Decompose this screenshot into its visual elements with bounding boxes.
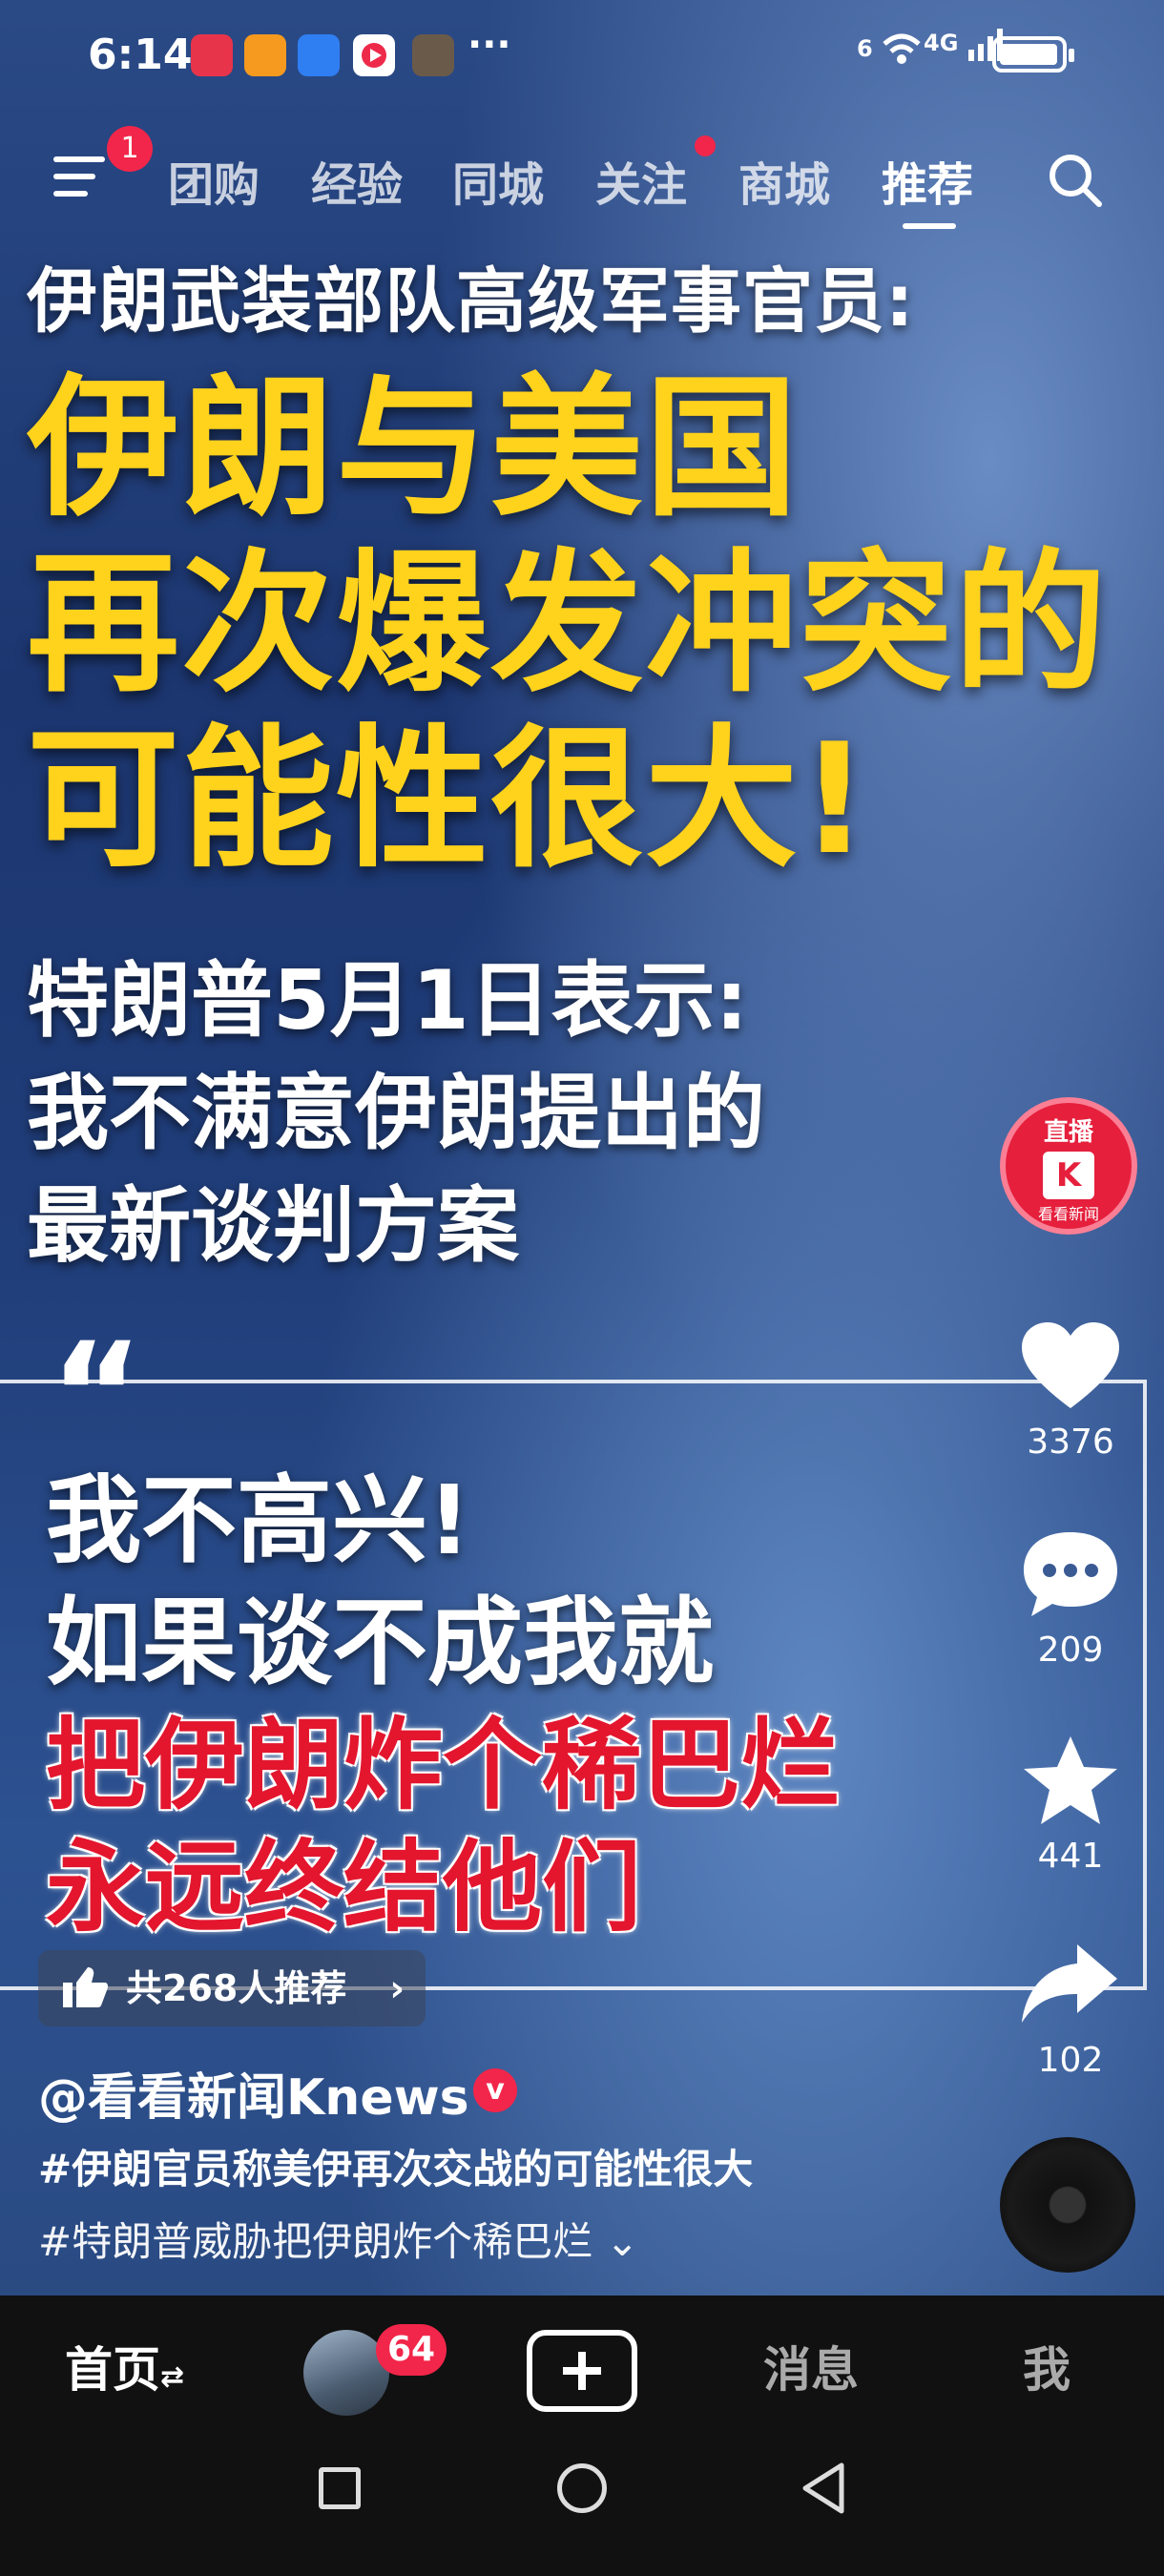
tab-recommend[interactable]: 推荐 [882,147,973,229]
music-disc-icon[interactable] [1000,2137,1135,2273]
author-name[interactable]: @看看新闻Knews [38,2057,469,2129]
tab-home[interactable]: 首页⇄ [65,2332,184,2400]
recommend-pill[interactable]: 共268人推荐 › [38,1950,426,2026]
star-icon [1024,1736,1117,1824]
notification-app-icon [244,34,286,76]
tab-following[interactable]: 关注 [595,147,687,214]
heart-icon [1022,1322,1119,1408]
expand-icon[interactable]: ⌄ [606,2218,639,2265]
comment-count: 209 [1037,1631,1104,1670]
bottom-nav: 首页⇄ 64 消息 我 [0,2296,1164,2420]
tab-messages[interactable]: 消息 [763,2332,859,2400]
user-avatar-icon [412,34,454,76]
battery-icon [992,36,1074,73]
tab-experience[interactable]: 经验 [311,147,403,214]
avatar-badge: 64 [376,2324,447,2376]
live-button[interactable]: 直播 K 看看新闻 [1000,1097,1137,1235]
notification-app-icon [191,34,233,76]
quote-white-text: 我不高兴! 如果谈不成我就 [46,1460,714,1704]
recommend-text: 共268人推荐 [126,1967,347,2009]
chevron-right-icon: › [389,1967,405,2009]
quote-mark: “ [50,1313,144,1479]
live-label: 直播 [1043,1118,1093,1147]
status-bar: 6:14 ··· 6 4G [0,0,1164,114]
quote-line: 永远终结他们 [46,1829,642,1945]
home-label: 首页 [65,2342,160,2398]
video-big-title: 伊朗与美国 再次爆发冲突的 可能性很大! [27,361,1109,887]
verified-badge: v [473,2068,517,2112]
subtitle-line: 特朗普5月1日表示: [27,953,749,1049]
share-icon [1022,1944,1117,2023]
subtitle-line: 我不满意伊朗提出的 [27,1066,765,1161]
quote-line: 我不高兴! [46,1465,471,1576]
live-channel: 看看新闻 [1037,1205,1099,1223]
hashtag-text: #特朗普威胁把伊朗炸个稀巴烂 [38,2218,593,2265]
quote-line: 如果谈不成我就 [46,1587,714,1698]
plus-icon [563,2352,601,2390]
search-icon[interactable] [1046,151,1103,208]
wifi-label: 6 [857,35,873,62]
menu-icon[interactable] [53,156,105,200]
live-logo: K [1043,1152,1094,1199]
tab-me[interactable]: 我 [1023,2332,1070,2400]
hashtag[interactable]: #特朗普威胁把伊朗炸个稀巴烂 ⌄ [38,2210,639,2268]
back-icon[interactable] [800,2462,847,2515]
quote-red-text: 把伊朗炸个稀巴烂 永远终结他们 [46,1704,840,1948]
share-count: 102 [1037,2041,1104,2080]
network-type: 4G [924,30,959,56]
hashtag[interactable]: #伊朗官员称美伊再次交战的可能性很大 [38,2137,753,2195]
recents-icon[interactable] [319,2467,361,2509]
weather-icon [298,34,340,76]
big-title-line: 可能性很大! [27,710,871,888]
tab-local[interactable]: 同城 [452,147,544,214]
quote-line: 把伊朗炸个稀巴烂 [46,1707,841,1823]
thumbs-up-icon [63,1967,109,2007]
switch-icon: ⇄ [160,2360,185,2394]
comment-button[interactable]: 209 [1011,1527,1130,1670]
big-title-line: 伊朗与美国 [27,359,800,537]
status-time: 6:14 [88,31,193,79]
like-count: 3376 [1027,1423,1114,1462]
favorite-count: 441 [1037,1837,1104,1876]
menu-badge: 1 [107,126,153,172]
big-title-line: 再次爆发冲突的 [27,534,1110,713]
like-button[interactable]: 3376 [1011,1319,1130,1462]
more-notifications-icon: ··· [468,23,511,67]
home-circle-icon[interactable] [557,2463,607,2513]
wifi-icon: 6 [857,32,923,67]
create-button[interactable] [527,2330,637,2412]
video-headline: 伊朗武装部队高级军事官员: [27,260,915,343]
system-nav [0,2420,1164,2576]
favorite-button[interactable]: 441 [1011,1733,1130,1876]
tab-mall[interactable]: 商城 [738,147,830,214]
video-app-icon [353,34,395,76]
comment-icon [1024,1532,1117,1616]
top-nav: 1 团购 经验 同城 关注 商城 推荐 [0,126,1164,229]
subtitle-line: 最新谈判方案 [27,1178,519,1274]
tab-group-buy[interactable]: 团购 [168,147,260,214]
video-feed[interactable]: 6:14 ··· 6 4G 1 团购 经验 同城 关注 商城 推荐 伊朗武装部队… [0,0,1164,2296]
video-subtitle: 特朗普5月1日表示: 我不满意伊朗提出的 最新谈判方案 [27,945,765,1282]
share-button[interactable]: 102 [1011,1937,1130,2080]
following-dot [695,135,716,156]
